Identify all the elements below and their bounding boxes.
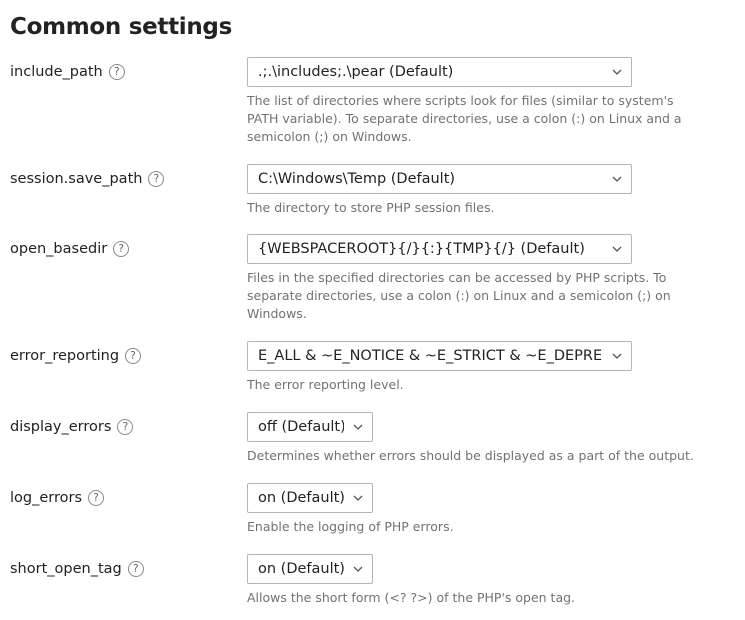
setting-label: log_errors: [10, 490, 83, 506]
chevron-down-icon: [353, 424, 363, 430]
select-value: on (Default): [258, 490, 344, 506]
setting-label-wrap: open_basedir ?: [10, 234, 130, 264]
setting-label: display_errors: [10, 419, 112, 435]
select-value: C:\Windows\Temp (Default): [258, 171, 456, 187]
setting-description: The directory to store PHP session files…: [247, 200, 495, 215]
session-save-path-select[interactable]: C:\Windows\Temp (Default): [247, 164, 632, 194]
chevron-down-icon: [353, 495, 363, 501]
select-value: off (Default): [258, 419, 344, 435]
setting-description: Enable the logging of PHP errors.: [247, 519, 454, 534]
open-basedir-select[interactable]: {WEBSPACEROOT}{/}{:}{TMP}{/} (Default): [247, 234, 632, 264]
log-errors-select[interactable]: on (Default): [247, 483, 373, 513]
setting-label: short_open_tag: [10, 561, 122, 577]
select-value: on (Default): [258, 561, 344, 577]
setting-description: The error reporting level.: [247, 377, 404, 392]
help-icon[interactable]: ?: [127, 561, 144, 577]
section-title: Common settings: [10, 14, 232, 40]
setting-label: session.save_path: [10, 171, 143, 187]
setting-label: open_basedir: [10, 241, 108, 257]
select-value: E_ALL & ~E_NOTICE & ~E_STRICT & ~E_DEPRE…: [258, 348, 603, 364]
help-icon[interactable]: ?: [108, 64, 125, 80]
chevron-down-icon: [353, 566, 363, 572]
setting-label-wrap: session.save_path ?: [10, 164, 165, 194]
setting-description: The list of directories where scripts lo…: [247, 93, 682, 144]
chevron-down-icon: [612, 176, 622, 182]
help-icon[interactable]: ?: [125, 348, 142, 364]
include-path-select[interactable]: .;.\includes;.\pear (Default): [247, 57, 632, 87]
select-value: .;.\includes;.\pear (Default): [258, 64, 454, 80]
setting-label: error_reporting: [10, 348, 120, 364]
error-reporting-select[interactable]: E_ALL & ~E_NOTICE & ~E_STRICT & ~E_DEPRE…: [247, 341, 632, 371]
setting-label-wrap: display_errors ?: [10, 412, 134, 442]
setting-label-wrap: short_open_tag ?: [10, 554, 144, 584]
setting-description: Files in the specified directories can b…: [247, 270, 671, 321]
help-icon[interactable]: ?: [88, 490, 105, 506]
select-value: {WEBSPACEROOT}{/}{:}{TMP}{/} (Default): [258, 241, 585, 257]
setting-label-wrap: log_errors ?: [10, 483, 105, 513]
setting-label: include_path: [10, 64, 103, 80]
short-open-tag-select[interactable]: on (Default): [247, 554, 373, 584]
setting-description: Allows the short form (<? ?>) of the PHP…: [247, 590, 576, 605]
chevron-down-icon: [612, 353, 622, 359]
help-icon[interactable]: ?: [117, 419, 134, 435]
setting-description: Determines whether errors should be disp…: [247, 448, 694, 463]
display-errors-select[interactable]: off (Default): [247, 412, 373, 442]
setting-label-wrap: include_path ?: [10, 57, 125, 87]
chevron-down-icon: [612, 246, 622, 252]
chevron-down-icon: [612, 69, 622, 75]
setting-label-wrap: error_reporting ?: [10, 341, 142, 371]
help-icon[interactable]: ?: [113, 241, 130, 257]
help-icon[interactable]: ?: [148, 171, 165, 187]
